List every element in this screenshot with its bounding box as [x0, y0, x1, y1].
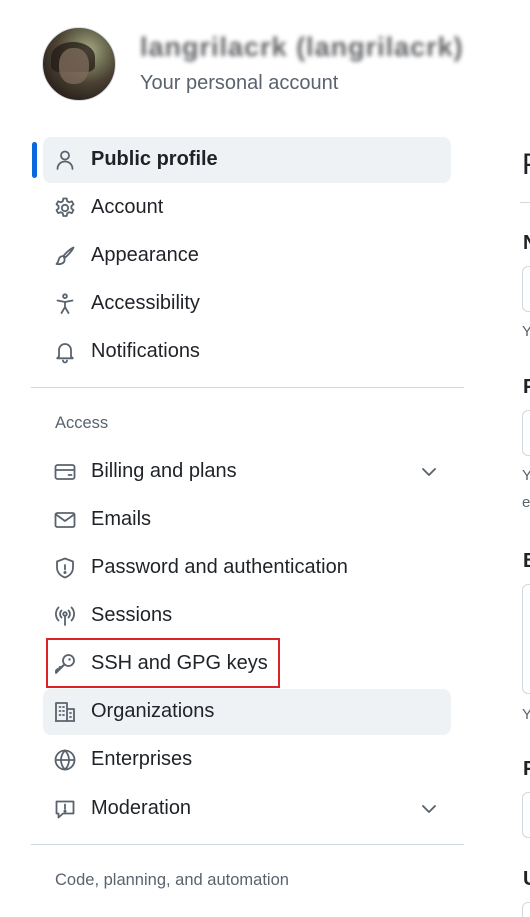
sidebar-item-organizations[interactable]: Organizations [43, 689, 451, 735]
report-icon [53, 797, 77, 821]
field-label-name: N [523, 232, 530, 255]
public-email-select[interactable] [522, 410, 530, 456]
sidebar-item-public-profile[interactable]: Public profile [43, 137, 451, 183]
organization-icon [53, 700, 77, 724]
field-note: e [522, 494, 530, 511]
title-divider [520, 202, 530, 203]
profile-main-panel: P N Y P Y e B Y P U [492, 0, 530, 917]
sidebar-item-label: Organizations [91, 700, 215, 722]
field-label-url: U [523, 868, 530, 891]
pronouns-select[interactable] [522, 792, 530, 838]
avatar[interactable] [42, 27, 116, 101]
chevron-down-icon[interactable] [419, 799, 439, 819]
account-header: langrilacrk (langrilacrk) Your personal … [0, 0, 530, 120]
mail-icon [53, 508, 77, 532]
bell-icon [53, 340, 77, 364]
credit-card-icon [53, 460, 77, 484]
sidebar-item-label: Emails [91, 508, 152, 530]
page-title: P [522, 148, 530, 182]
chevron-down-icon[interactable] [419, 462, 439, 482]
name-field[interactable] [522, 266, 530, 312]
sidebar-item-account[interactable]: Account [43, 185, 451, 231]
sidebar-item-sessions[interactable]: Sessions [43, 593, 451, 639]
sidebar-item-emails[interactable]: Emails [43, 497, 451, 543]
sidebar-item-label: Password and authentication [91, 556, 348, 578]
field-note: Y [522, 706, 530, 723]
sidebar-item-enterprises[interactable]: Enterprises [43, 737, 451, 783]
sidebar-item-accessibility[interactable]: Accessibility [43, 281, 451, 327]
globe-icon [53, 748, 77, 772]
bio-textarea[interactable] [522, 584, 530, 694]
broadcast-icon [53, 604, 77, 628]
field-label-pronouns: P [523, 758, 530, 780]
url-field[interactable] [522, 902, 530, 917]
sidebar-item-billing[interactable]: Billing and plans [43, 449, 451, 495]
accessibility-icon [53, 292, 77, 316]
account-subtitle: Your personal account [140, 72, 339, 94]
field-note: Y [522, 323, 530, 340]
sidebar-item-notifications[interactable]: Notifications [43, 329, 451, 375]
sidebar-divider [31, 844, 464, 845]
sidebar-item-moderation[interactable]: Moderation [43, 786, 451, 832]
shield-lock-icon [53, 556, 77, 580]
sidebar-item-password[interactable]: Password and authentication [43, 545, 451, 591]
annotation-highlight-box [46, 638, 280, 688]
section-heading-code-planning: Code, planning, and automation [55, 871, 289, 889]
sidebar-item-label: Account [91, 196, 164, 218]
paintbrush-icon [53, 244, 77, 268]
sidebar-item-label: Public profile [91, 148, 218, 170]
sidebar-item-label: Sessions [91, 604, 173, 626]
sidebar-item-label: Billing and plans [91, 460, 237, 482]
gear-icon [53, 196, 77, 220]
sidebar-divider [31, 387, 464, 388]
person-icon [53, 148, 77, 172]
active-indicator [32, 142, 37, 178]
field-label-bio: B [523, 550, 530, 573]
field-label-public-email: P [523, 376, 530, 398]
sidebar-item-label: Moderation [91, 797, 192, 819]
sidebar-item-appearance[interactable]: Appearance [43, 233, 451, 279]
sidebar-item-label: Enterprises [91, 748, 193, 770]
sidebar-item-label: Notifications [91, 340, 200, 362]
section-heading-access: Access [55, 414, 109, 432]
field-note: Y [522, 467, 530, 484]
sidebar-item-label: Appearance [91, 244, 199, 266]
username[interactable]: langrilacrk (langrilacrk) [140, 32, 464, 63]
sidebar-item-label: Accessibility [91, 292, 200, 314]
